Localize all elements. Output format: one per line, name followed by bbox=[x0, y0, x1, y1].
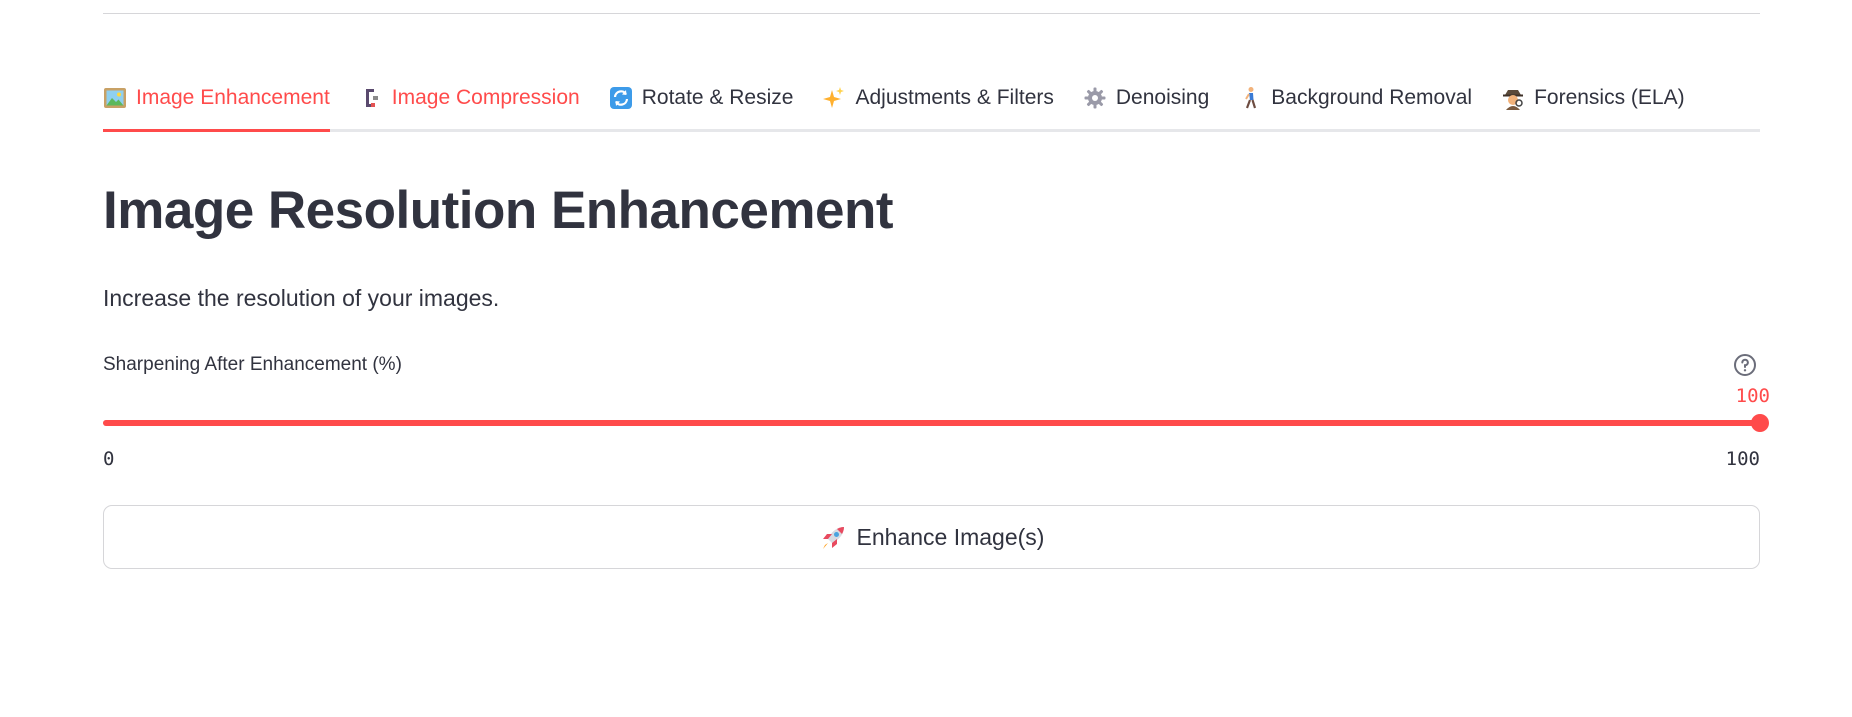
slider-fill bbox=[103, 420, 1760, 426]
tab-list: Image Enhancement Image Compression Rota… bbox=[103, 72, 1714, 132]
tab-image-enhancement[interactable]: Image Enhancement bbox=[103, 72, 330, 132]
slider-label: Sharpening After Enhancement (%) bbox=[103, 354, 402, 375]
tab-label: Denoising bbox=[1115, 86, 1210, 109]
tab-bar: Image Enhancement Image Compression Rota… bbox=[103, 72, 1760, 132]
framed-picture-icon bbox=[103, 86, 127, 110]
page: Image Enhancement Image Compression Rota… bbox=[0, 0, 1852, 717]
top-divider bbox=[103, 13, 1760, 14]
slider-value: 100 bbox=[1735, 385, 1770, 407]
page-title: Image Resolution Enhancement bbox=[103, 181, 893, 240]
tab-label: Image Compression bbox=[391, 86, 580, 109]
enhance-images-button[interactable]: Enhance Image(s) bbox=[103, 505, 1760, 569]
tab-label: Background Removal bbox=[1271, 86, 1473, 109]
detective-icon bbox=[1501, 86, 1525, 110]
walking-person-icon bbox=[1238, 86, 1262, 110]
tab-label: Forensics (ELA) bbox=[1534, 86, 1685, 109]
clamp-icon bbox=[359, 86, 383, 110]
tab-label: Adjustments & Filters bbox=[855, 86, 1054, 109]
slider-thumb[interactable] bbox=[1751, 414, 1769, 432]
tab-rotate-resize[interactable]: Rotate & Resize bbox=[609, 72, 794, 124]
slider-track[interactable] bbox=[103, 414, 1769, 432]
tab-label: Image Enhancement bbox=[136, 86, 330, 109]
slider-min-label: 0 bbox=[103, 448, 115, 470]
page-subtitle: Increase the resolution of your images. bbox=[103, 285, 500, 311]
sparkles-icon bbox=[822, 86, 846, 110]
tab-adjustments-filters[interactable]: Adjustments & Filters bbox=[822, 72, 1054, 124]
tab-label: Rotate & Resize bbox=[641, 86, 794, 109]
tab-image-compression[interactable]: Image Compression bbox=[359, 72, 580, 124]
gear-icon bbox=[1083, 86, 1107, 110]
question-circle-icon[interactable] bbox=[1733, 353, 1757, 377]
slider-max-label: 100 bbox=[1725, 448, 1760, 470]
rocket-icon bbox=[819, 522, 849, 552]
tab-denoising[interactable]: Denoising bbox=[1083, 72, 1209, 124]
enhance-button-label: Enhance Image(s) bbox=[856, 523, 1045, 550]
tab-forensics-ela[interactable]: Forensics (ELA) bbox=[1501, 72, 1685, 124]
tab-background-removal[interactable]: Background Removal bbox=[1238, 72, 1472, 124]
arrows-rotate-icon bbox=[609, 86, 633, 110]
